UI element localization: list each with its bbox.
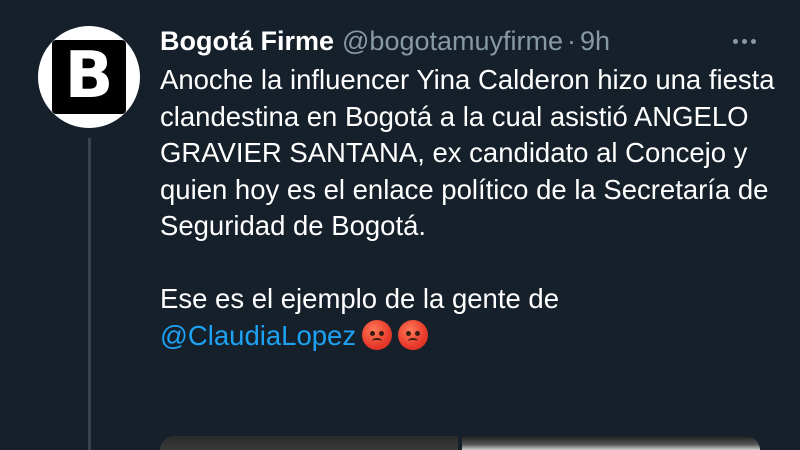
- tweet-paragraph: Ese es el ejemplo de la gente de @Claudia…: [160, 281, 780, 354]
- display-name[interactable]: Bogotá Firme: [160, 26, 334, 57]
- tweet[interactable]: B Bogotá Firme @bogotamuyfirme · 9h Anoc…: [0, 0, 800, 450]
- mention-link[interactable]: @ClaudiaLopez: [160, 320, 356, 351]
- avatar[interactable]: B: [38, 26, 140, 128]
- tweet-paragraph: Anoche la influencer Yina Calderon hizo …: [160, 64, 775, 241]
- angry-face-emoji-icon: [362, 319, 393, 350]
- media-attachment[interactable]: [160, 436, 760, 450]
- tweet-header: Bogotá Firme @bogotamuyfirme · 9h: [160, 24, 610, 58]
- avatar-logo: B: [52, 40, 126, 114]
- angry-face-emoji-icon: [398, 319, 429, 350]
- tweet-timestamp[interactable]: 9h: [580, 26, 610, 57]
- thread-line: [88, 138, 91, 450]
- more-dot: [741, 38, 747, 44]
- more-dot: [732, 38, 738, 44]
- user-handle[interactable]: @bogotamuyfirme: [342, 26, 563, 57]
- more-options-icon[interactable]: [724, 24, 764, 58]
- separator-dot: ·: [567, 25, 577, 56]
- media-image[interactable]: [160, 436, 458, 450]
- tweet-text-line: Ese es el ejemplo de la gente de: [160, 283, 560, 314]
- media-image[interactable]: [462, 436, 760, 450]
- avatar-letter: B: [64, 39, 114, 113]
- tweet-text: Anoche la influencer Yina Calderon hizo …: [160, 62, 780, 354]
- more-dot: [750, 38, 756, 44]
